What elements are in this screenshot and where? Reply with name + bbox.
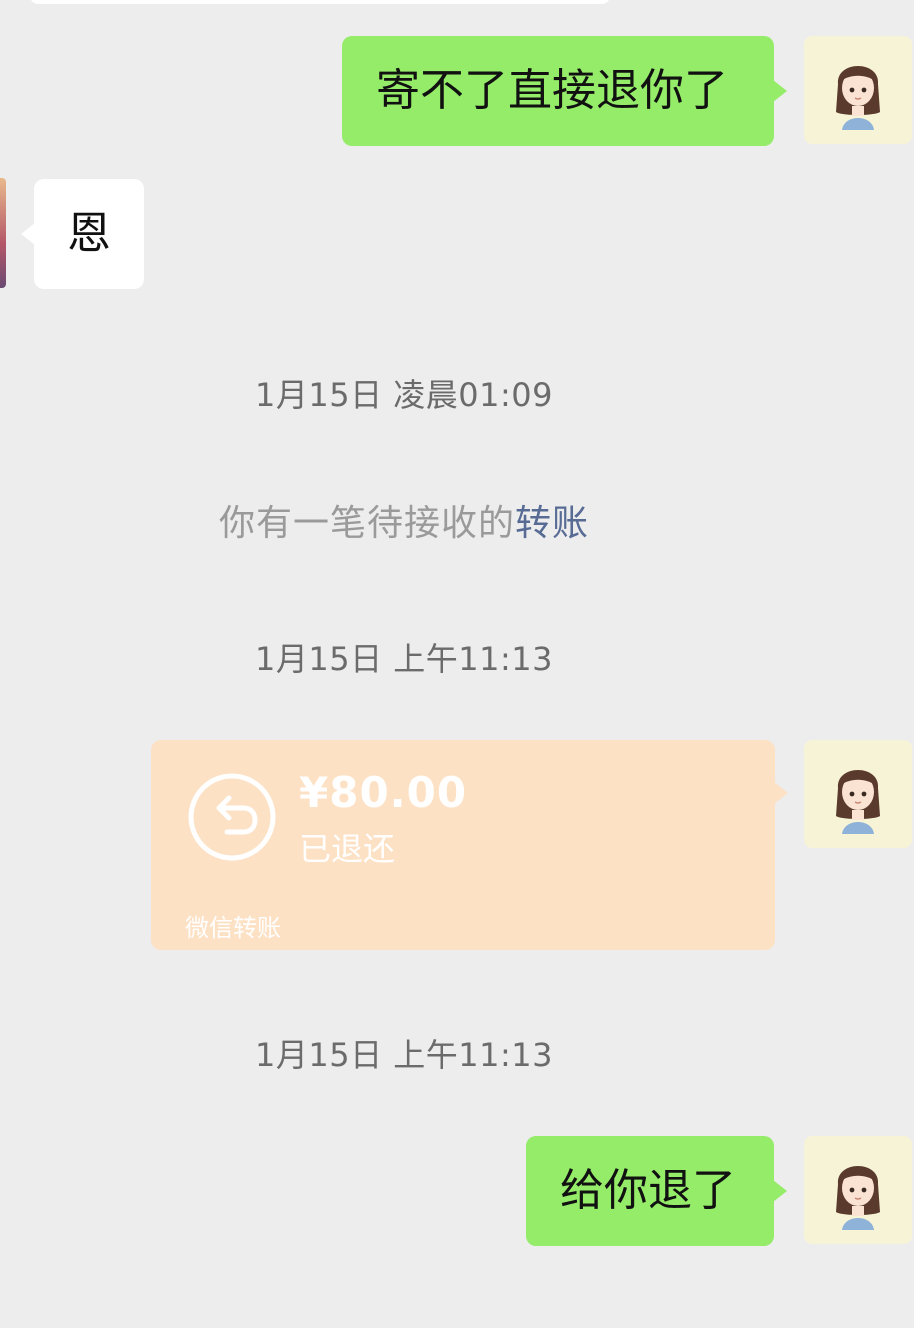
message-text: 给你退了 — [560, 1165, 736, 1216]
bubble-tail — [773, 1180, 787, 1202]
return-arrow-icon — [187, 772, 277, 862]
my-avatar[interactable] — [804, 36, 912, 144]
contact-avatar-partial[interactable] — [0, 178, 6, 288]
system-message: 你有一笔待接收的转账 — [0, 494, 808, 546]
girl-avatar-icon — [836, 770, 880, 834]
sent-message-bubble[interactable]: 给你退了 — [526, 1136, 787, 1246]
transfer-status: 已退还 — [299, 830, 396, 868]
timestamp: 1月15日 上午11:13 — [255, 640, 553, 678]
my-avatar[interactable] — [804, 1136, 912, 1244]
message-text: 恩 — [67, 208, 111, 259]
timestamp: 1月15日 上午11:13 — [255, 1036, 553, 1074]
my-avatar[interactable] — [804, 740, 912, 848]
bubble-tail — [774, 782, 788, 804]
girl-avatar-icon — [836, 66, 880, 130]
bubble-tail — [21, 223, 35, 245]
transfer-link[interactable]: 转账 — [515, 503, 589, 544]
girl-avatar-icon — [836, 1166, 880, 1230]
transfer-card[interactable]: ¥80.00 已退还 微信转账 — [151, 740, 788, 950]
system-message-text: 你有一笔待接收的 — [218, 503, 515, 544]
previous-message-bubble-edge — [30, 0, 610, 4]
message-text: 寄不了直接退你了 — [376, 65, 728, 116]
sent-message-bubble[interactable]: 寄不了直接退你了 — [342, 36, 787, 146]
received-message-bubble[interactable]: 恩 — [21, 179, 144, 289]
timestamp: 1月15日 凌晨01:09 — [255, 376, 553, 414]
bubble-tail — [773, 80, 787, 102]
transfer-footer-label: 微信转账 — [185, 914, 281, 942]
transfer-amount: ¥80.00 — [299, 768, 468, 817]
